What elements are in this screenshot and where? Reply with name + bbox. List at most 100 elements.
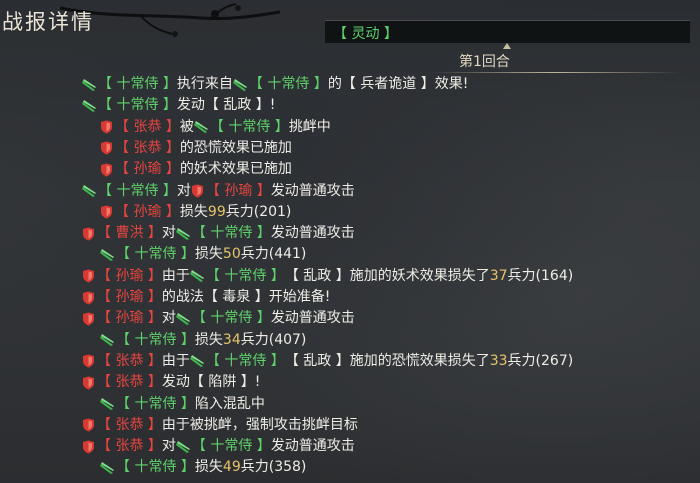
green-blade-icon [189,354,205,368]
ally-general-name: 【 十常侍 】 [98,76,177,92]
round-label: 第1回合 [459,54,510,70]
green-blade-icon [175,312,191,326]
log-text: 由于 [161,267,190,284]
ally-general-name: 【 十常侍 】 [116,246,195,263]
ally-general-name: 【 十常侍 】 [116,395,195,412]
log-entry: 【 孙瑜 】对【 十常侍 】发动普通攻击 [82,308,355,329]
green-blade-icon [100,397,115,411]
log-entry: 【 张恭 】对【 十常侍 】发动普通攻击 [82,436,355,457]
log-text: 发动普通攻击 [270,225,355,242]
header-bar: 【 灵动 】 [325,20,690,43]
red-shield-icon [82,440,95,454]
log-entry: 【 孙瑜 】由于【 十常侍 】【 乱政 】施加的妖术效果损失了 37 兵力(164) [82,266,573,287]
log-text: 【 乱政 】施加的妖术效果损失了 [284,267,490,284]
log-entry: 【 孙瑜 】的妖术效果已施加 [100,159,292,180]
log-text: 对 [161,310,176,327]
log-text: 损失 [194,331,223,348]
log-text: 由于被挑衅，强制攻击挑衅目标 [161,416,358,433]
log-text: 损失 [194,459,223,476]
enemy-general-name: 【 孙瑜 】 [115,161,180,178]
ally-general-name: 【 十常侍 】 [248,76,328,92]
red-shield-icon [82,227,95,241]
round-indicator[interactable]: 第1回合 [430,43,680,75]
log-text: 发动普通攻击 [270,438,355,455]
red-shield-icon [100,141,113,155]
log-entry: 【 张恭 】的恐慌效果已施加 [100,138,292,159]
log-text: 被 [179,118,194,135]
log-entry: 【 张恭 】发动【 陷阱 】! [82,372,260,393]
log-entry: 【 张恭 】由于被挑衅，强制攻击挑衅目标 [82,415,358,436]
damage-number: 50 [222,246,241,263]
enemy-general-name: 【 张恭 】 [115,118,180,135]
green-blade-icon [232,78,248,92]
log-entry: 【 孙瑜 】的战法【 毒泉 】开始准备! [82,287,330,308]
enemy-general-name: 【 张恭 】 [97,438,162,455]
log-text: 兵力(407) [240,331,307,348]
log-text: 对 [161,225,176,242]
green-blade-icon [100,333,115,347]
damage-number: 99 [207,203,226,220]
log-entry: 【 十常侍 】对【 孙瑜 】发动普通攻击 [82,181,355,202]
collapse-arrow-icon[interactable] [503,43,511,49]
ally-general-name: 【 十常侍 】 [98,97,177,114]
green-blade-icon [100,461,115,475]
log-entry: 【 十常侍 】执行来自【 十常侍 】的【 兵者诡道 】效果! [82,74,468,95]
green-blade-icon [82,78,97,92]
red-shield-icon [82,312,95,326]
log-text: 损失 [194,246,223,263]
enemy-general-name: 【 孙瑜 】 [115,203,180,220]
red-shield-icon [191,184,204,198]
red-shield-icon [100,120,113,134]
log-text: 的【 兵者诡道 】效果! [327,76,469,92]
log-entry: 【 十常侍 】损失 49 兵力(358) [100,457,306,478]
ally-general-name: 【 十常侍 】 [191,438,271,455]
log-text: 的恐慌效果已施加 [179,139,292,156]
enemy-general-name: 【 曹洪 】 [97,225,162,242]
enemy-general-name: 【 孙瑜 】 [97,289,162,305]
log-entry: 【 张恭 】被【 十常侍 】挑衅中 [100,117,331,138]
ally-general-name: 【 十常侍 】 [191,225,271,242]
enemy-general-name: 【 孙瑜 】 [97,310,162,327]
enemy-general-name: 【 张恭 】 [97,374,162,391]
log-text: 损失 [179,203,208,220]
red-shield-icon [82,418,95,432]
ally-general-name: 【 十常侍 】 [98,182,177,199]
green-blade-icon [100,248,115,262]
enemy-general-name: 【 孙瑜 】 [97,267,162,284]
green-blade-icon [175,440,191,454]
log-text: 发动【 乱政 】! [176,97,276,114]
damage-number: 34 [222,331,241,348]
enemy-general-name: 【 张恭 】 [115,139,180,156]
log-text: 由于 [161,352,190,369]
enemy-general-name: 【 孙瑜 】 [205,182,271,199]
round-divider [430,72,680,73]
green-blade-icon [175,227,191,241]
ally-general-name: 【 十常侍 】 [209,118,289,135]
log-text: 执行来自 [176,76,233,92]
enemy-general-name: 【 张恭 】 [97,416,162,433]
green-blade-icon [189,269,205,283]
log-text: 的战法【 毒泉 】开始准备! [161,289,331,305]
red-shield-icon [100,163,113,177]
log-entry: 【 十常侍 】损失 50 兵力(441) [100,244,306,265]
log-text: 发动普通攻击 [270,310,355,327]
green-blade-icon [193,120,209,134]
enemy-general-name: 【 张恭 】 [97,352,162,369]
ally-general-name: 【 十常侍 】 [116,331,195,348]
status-tag: 【 灵动 】 [333,26,398,42]
log-text: 【 乱政 】施加的恐慌效果损失了 [284,352,490,369]
damage-number: 33 [489,352,508,369]
log-entry: 【 曹洪 】对【 十常侍 】发动普通攻击 [82,223,355,244]
log-text: 兵力(201) [225,203,292,220]
red-shield-icon [82,269,95,283]
log-text: 的妖术效果已施加 [179,161,292,178]
log-text: 兵力(267) [507,352,574,369]
log-text: 发动普通攻击 [270,182,355,199]
green-blade-icon [82,99,97,113]
red-shield-icon [82,376,95,390]
log-text: 陷入混乱中 [194,395,265,412]
log-entry: 【 孙瑜 】损失 99 兵力(201) [100,202,291,223]
page-title: 战报详情 [2,10,94,34]
log-text: 对 [176,182,191,199]
ally-general-name: 【 十常侍 】 [205,267,285,284]
